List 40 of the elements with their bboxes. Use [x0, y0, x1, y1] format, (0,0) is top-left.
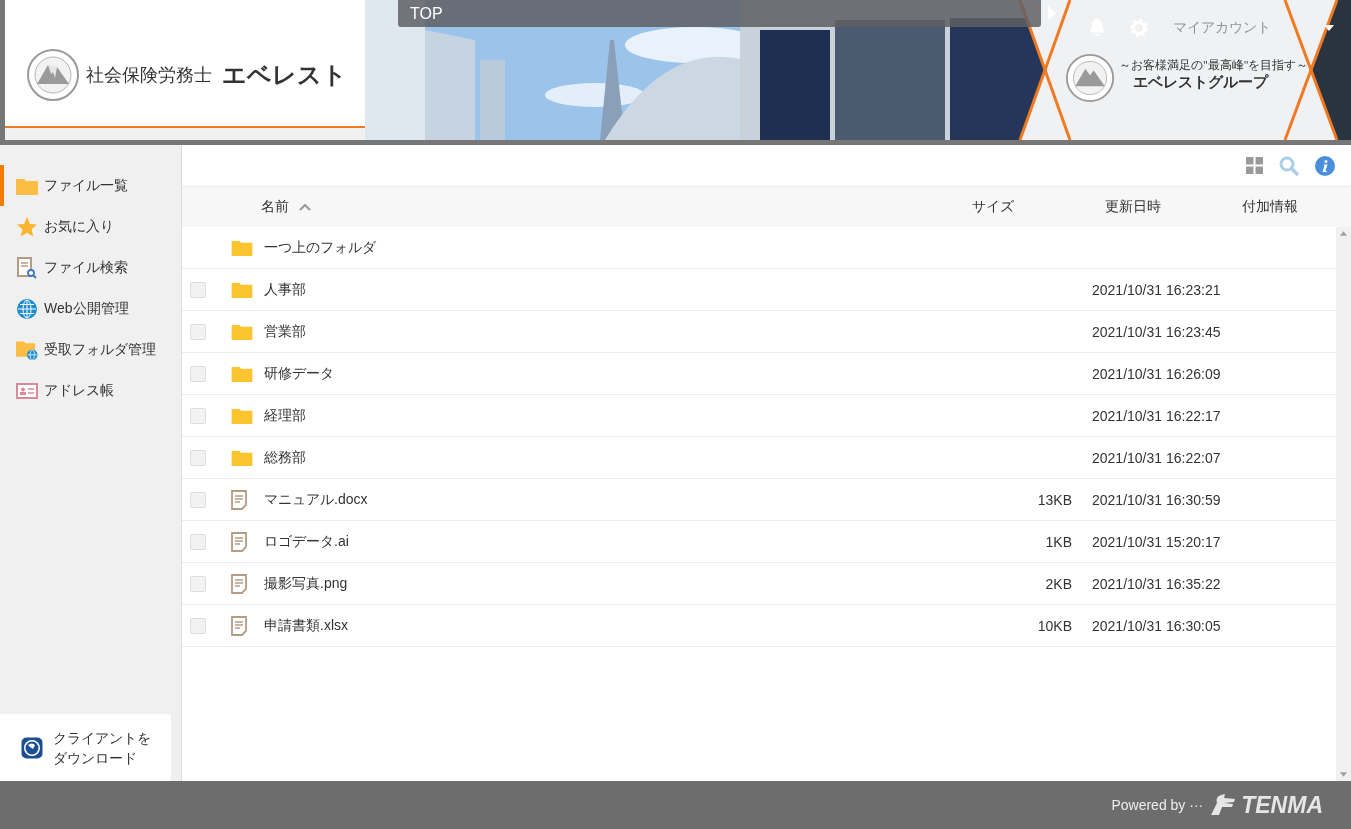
modified-date: 2021/10/31 16:23:21	[1092, 281, 1221, 298]
file-name[interactable]: 一つ上のフォルダ	[264, 238, 376, 255]
file-name[interactable]: 営業部	[264, 322, 306, 339]
company-type: 社会保険労務士	[86, 64, 212, 87]
column-header[interactable]: 更新日時	[1105, 198, 1161, 214]
modified-date: 2021/10/31 16:22:07	[1092, 449, 1221, 466]
file-size: 1KB	[1045, 533, 1072, 550]
breadcrumb-bar[interactable]: TOP	[398, 0, 1041, 27]
group-name: エベレストグループ	[1133, 73, 1268, 92]
modified-date: 2021/10/31 16:30:59	[1092, 491, 1221, 508]
sidebar-item[interactable]: お気に入り	[0, 206, 181, 247]
file-name[interactable]: 経理部	[264, 406, 306, 423]
modified-date: 2021/10/31 16:22:17	[1092, 407, 1221, 424]
company-name: エベレスト	[222, 61, 347, 90]
file-name[interactable]: ロゴデータ.ai	[264, 532, 349, 549]
brand-name: TENMA	[1241, 791, 1323, 819]
download-client-button[interactable]: クライアントを ダウンロード	[0, 714, 171, 781]
modified-date: 2021/10/31 16:30:05	[1092, 617, 1221, 634]
file-size: 10KB	[1037, 617, 1072, 634]
sidebar-item[interactable]: ファイル検索	[0, 247, 181, 288]
column-header[interactable]: 付加情報	[1242, 198, 1298, 214]
modified-date: 2021/10/31 16:26:09	[1092, 365, 1221, 382]
file-name[interactable]: 総務部	[264, 448, 306, 465]
file-name[interactable]: 人事部	[264, 280, 306, 297]
file-name[interactable]: 研修データ	[264, 364, 334, 381]
modified-date: 2021/10/31 16:35:22	[1092, 575, 1221, 592]
sidebar-item[interactable]: アドレス帳	[0, 370, 181, 411]
sidebar-item[interactable]: 受取フォルダ管理	[0, 329, 181, 370]
tagline: ～お客様満足の"最高峰"を目指す～	[1119, 58, 1309, 73]
file-name[interactable]: 撮影写真.png	[264, 574, 348, 591]
file-name[interactable]: 申請書類.xlsx	[264, 616, 348, 633]
sidebar-item[interactable]: Web公開管理	[0, 288, 181, 329]
file-size: 13KB	[1037, 491, 1072, 508]
powered-by-text: Powered by ···	[1111, 797, 1204, 813]
column-header[interactable]: サイズ	[972, 198, 1014, 214]
column-header[interactable]: 名前	[261, 198, 289, 216]
modified-date: 2021/10/31 16:23:45	[1092, 323, 1221, 340]
file-size: 2KB	[1045, 575, 1072, 592]
file-name[interactable]: マニュアル.docx	[264, 490, 368, 507]
modified-date: 2021/10/31 15:20:17	[1092, 533, 1221, 550]
